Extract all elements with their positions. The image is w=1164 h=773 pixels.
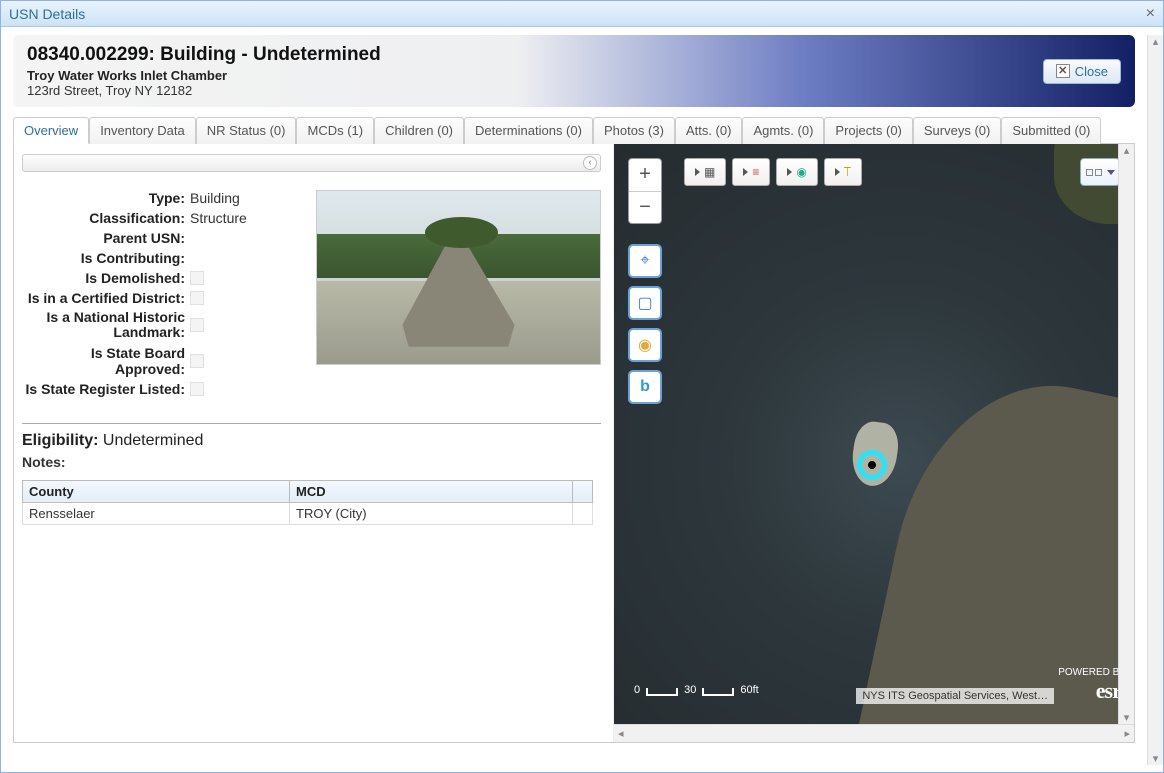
scale-0: 0: [634, 684, 640, 696]
scale-60: 60ft: [740, 684, 758, 696]
tab-nr-status[interactable]: NR Status (0): [196, 117, 297, 144]
county-mcd-table: County MCD Rensselaer TROY (City): [22, 480, 593, 525]
record-photo-thumbnail[interactable]: [316, 190, 601, 365]
checkbox-certified-district[interactable]: [190, 291, 204, 305]
checkbox-state-register-listed[interactable]: [190, 382, 204, 396]
map-attribution: NYS ITS Geospatial Services, West…: [856, 688, 1054, 704]
eligibility-label: Eligibility:: [22, 432, 98, 449]
label-nhl: Is a National Historic Landmark:: [20, 310, 190, 341]
record-header: 08340.002299: Building - Undetermined Tr…: [13, 35, 1135, 107]
table-row[interactable]: Rensselaer TROY (City): [23, 502, 593, 524]
checkbox-state-board-approved[interactable]: [190, 354, 204, 368]
checkbox-nhl[interactable]: [190, 318, 204, 332]
map-scalebar: 0 30 60ft: [628, 684, 765, 696]
map-tool-full-extent[interactable]: ▢: [628, 286, 662, 320]
notes-label: Notes:: [22, 454, 601, 470]
tab-inventory-data[interactable]: Inventory Data: [89, 117, 196, 144]
zoom-out-button[interactable]: −: [629, 191, 661, 223]
th-mcd[interactable]: MCD: [290, 480, 573, 502]
eligibility-value: Undetermined: [103, 432, 204, 449]
esri-logo: POWERED BY esri: [1058, 667, 1126, 704]
label-state-register-listed: Is State Register Listed:: [20, 381, 190, 397]
tabstrip: Overview Inventory Data NR Status (0) MC…: [13, 117, 1135, 144]
tab-determinations[interactable]: Determinations (0): [464, 117, 593, 144]
tab-overview[interactable]: Overview: [13, 117, 89, 144]
tab-photos[interactable]: Photos (3): [593, 117, 675, 144]
map-vscrollbar[interactable]: ▴▾: [1118, 144, 1134, 724]
tab-submitted[interactable]: Submitted (0): [1001, 117, 1101, 144]
value-type: Building: [190, 190, 240, 206]
esri-text: esri: [1058, 678, 1126, 704]
label-classification: Classification:: [20, 210, 190, 226]
field-list: Type:Building Classification:Structure P…: [20, 190, 300, 401]
close-icon: ✕: [1056, 64, 1070, 78]
tab-content: ‹ Type:Building Classification:Structure…: [13, 143, 1135, 743]
record-title: 08340.002299: Building - Undetermined: [27, 44, 381, 66]
tab-atts[interactable]: Atts. (0): [675, 117, 743, 144]
map-tool-bing[interactable]: b: [628, 370, 662, 404]
map-tool-measure-dropdown[interactable]: ⟙: [824, 158, 862, 186]
tab-surveys[interactable]: Surveys (0): [913, 117, 1001, 144]
map-tool-streetview[interactable]: ◉: [628, 328, 662, 362]
close-button-label: Close: [1075, 64, 1108, 79]
label-state-board-approved: Is State Board Approved:: [20, 345, 190, 377]
map-basemap-gallery-button[interactable]: [1080, 158, 1120, 186]
window-titlebar: USN Details ×: [1, 1, 1163, 27]
record-address: 123rd Street, Troy NY 12182: [27, 83, 381, 98]
label-certified-district: Is in a Certified District:: [20, 290, 190, 306]
close-button[interactable]: ✕ Close: [1043, 59, 1121, 84]
label-is-contributing: Is Contributing:: [20, 250, 190, 266]
td-mcd: TROY (City): [290, 502, 573, 524]
collapse-left-icon[interactable]: ‹: [583, 156, 597, 170]
window-vscrollbar[interactable]: ▴▾: [1147, 35, 1163, 765]
th-county[interactable]: County: [23, 480, 290, 502]
divider: [22, 423, 601, 424]
overview-left-pane: ‹ Type:Building Classification:Structure…: [14, 144, 614, 742]
zoom-in-button[interactable]: +: [629, 159, 661, 191]
tab-agmts[interactable]: Agmts. (0): [742, 117, 824, 144]
record-subtitle: Troy Water Works Inlet Chamber: [27, 68, 381, 83]
tab-mcds[interactable]: MCDs (1): [296, 117, 374, 144]
window-title: USN Details: [9, 6, 85, 22]
map-canvas[interactable]: + − ▦ ≡ ◉ ⟙ ⌖ ▢ ◉ b: [614, 144, 1134, 724]
scale-30: 30: [684, 684, 696, 696]
value-classification: Structure: [190, 210, 247, 226]
th-spacer: [573, 480, 593, 502]
overview-right-pane: + − ▦ ≡ ◉ ⟙ ⌖ ▢ ◉ b: [614, 144, 1134, 742]
tab-children[interactable]: Children (0): [374, 117, 464, 144]
tab-projects[interactable]: Projects (0): [824, 117, 912, 144]
powered-by-label: POWERED BY: [1058, 667, 1126, 678]
checkbox-is-demolished[interactable]: [190, 271, 204, 285]
label-type: Type:: [20, 190, 190, 206]
td-county: Rensselaer: [23, 502, 290, 524]
map-hscrollbar[interactable]: ◂▸: [614, 724, 1134, 742]
map-tool-zoom-rect[interactable]: ⌖: [628, 244, 662, 278]
left-toolbar: ‹: [22, 154, 601, 172]
map-zoom-control: + −: [628, 158, 662, 224]
label-is-demolished: Is Demolished:: [20, 270, 190, 286]
window-close-icon[interactable]: ×: [1146, 5, 1155, 23]
map-top-toolbar: ▦ ≡ ◉ ⟙: [684, 158, 862, 186]
map-side-toolbar: ⌖ ▢ ◉ b: [628, 244, 662, 404]
map-tool-layers-dropdown[interactable]: ▦: [684, 158, 726, 186]
map-tool-legend-dropdown[interactable]: ≡: [732, 158, 770, 186]
label-parent-usn: Parent USN:: [20, 230, 190, 246]
eligibility-line: Eligibility: Undetermined: [22, 432, 603, 450]
map-tool-basemap-dropdown[interactable]: ◉: [776, 158, 817, 186]
